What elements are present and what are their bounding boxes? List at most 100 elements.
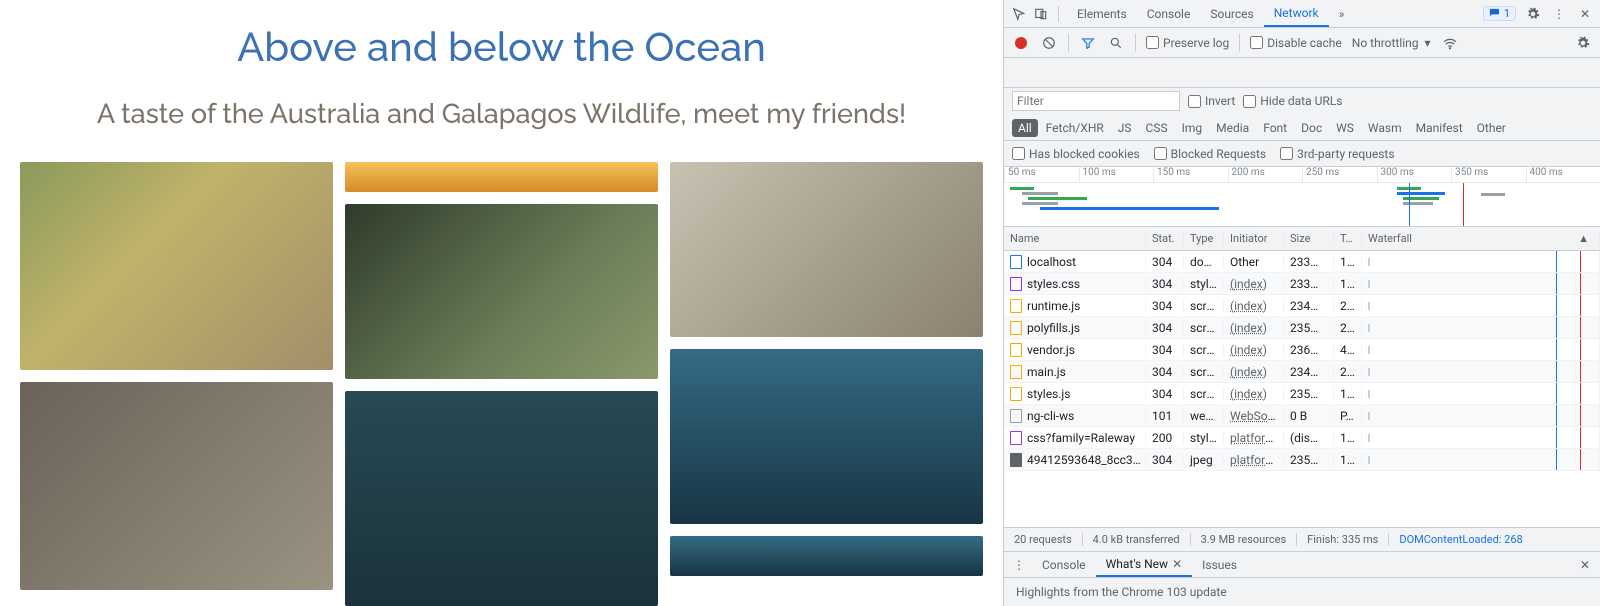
gallery-image[interactable]	[345, 204, 658, 379]
kebab-menu-icon[interactable]: ⋮	[1550, 5, 1568, 23]
request-initiator[interactable]: (index)	[1224, 321, 1284, 335]
close-devtools-icon[interactable]: ✕	[1576, 5, 1594, 23]
inspect-icon[interactable]	[1010, 5, 1028, 23]
col-status[interactable]: Stat.	[1146, 232, 1184, 245]
issues-badge[interactable]: 1	[1483, 6, 1516, 21]
gallery-image[interactable]	[345, 162, 658, 192]
request-size: 235…	[1284, 387, 1334, 401]
request-row[interactable]: localhost304doc…Other233…1…	[1004, 251, 1600, 273]
col-time[interactable]: T…	[1334, 232, 1362, 245]
file-type-icon	[1010, 409, 1022, 423]
tab-console[interactable]: Console	[1137, 0, 1201, 27]
settings-icon[interactable]	[1524, 5, 1542, 23]
request-row[interactable]: polyfills.js304scri…(index)235…2…	[1004, 317, 1600, 339]
gallery-image[interactable]	[670, 536, 983, 576]
request-row[interactable]: main.js304scri…(index)234…2…	[1004, 361, 1600, 383]
request-waterfall	[1362, 339, 1600, 360]
disable-cache-checkbox[interactable]: Disable cache	[1250, 36, 1342, 50]
request-row[interactable]: runtime.js304scri…(index)234…2…	[1004, 295, 1600, 317]
request-row[interactable]: ng-cli-ws101we…WebSoc…0 BP…	[1004, 405, 1600, 427]
chip-ws[interactable]: WS	[1330, 119, 1360, 137]
gallery-image[interactable]	[345, 391, 658, 606]
chip-media[interactable]: Media	[1210, 119, 1255, 137]
tab-sources[interactable]: Sources	[1200, 0, 1263, 27]
request-initiator[interactable]: (index)	[1224, 299, 1284, 313]
more-tabs-icon[interactable]: »	[1333, 5, 1351, 23]
request-row[interactable]: 49412593648_8cc3…304jpegplatform…235…1…	[1004, 449, 1600, 471]
chip-css[interactable]: CSS	[1140, 119, 1174, 137]
invert-checkbox[interactable]: Invert	[1188, 94, 1235, 108]
chip-doc[interactable]: Doc	[1295, 119, 1328, 137]
request-initiator[interactable]: (index)	[1224, 277, 1284, 291]
request-initiator[interactable]: (index)	[1224, 343, 1284, 357]
drawer-message: Highlights from the Chrome 103 update	[1016, 585, 1227, 599]
request-name: main.js	[1027, 365, 1066, 379]
gallery-image[interactable]	[670, 349, 983, 524]
chip-wasm[interactable]: Wasm	[1362, 119, 1408, 137]
close-tab-icon[interactable]: ✕	[1172, 557, 1182, 571]
drawer-tab-console[interactable]: Console	[1032, 552, 1096, 577]
chip-fetchxhr[interactable]: Fetch/XHR	[1040, 119, 1110, 137]
network-conditions-icon[interactable]	[1441, 34, 1459, 52]
filter-input[interactable]	[1012, 91, 1180, 111]
network-settings-icon[interactable]	[1574, 34, 1592, 52]
file-type-icon	[1010, 299, 1022, 313]
search-icon[interactable]	[1107, 34, 1125, 52]
request-initiator[interactable]: WebSoc…	[1224, 409, 1284, 423]
preserve-log-checkbox[interactable]: Preserve log	[1146, 36, 1229, 50]
request-row[interactable]: vendor.js304scri…(index)236…4…	[1004, 339, 1600, 361]
clear-icon[interactable]	[1040, 34, 1058, 52]
network-filter-row-2: Has blocked cookies Blocked Requests 3rd…	[1004, 141, 1600, 167]
col-size[interactable]: Size	[1284, 232, 1334, 245]
request-row[interactable]: styles.js304scri…(index)235…1…	[1004, 383, 1600, 405]
request-initiator[interactable]: platform…	[1224, 453, 1284, 467]
request-row[interactable]: css?family=Raleway200styl…platform…(dis……	[1004, 427, 1600, 449]
request-initiator[interactable]: (index)	[1224, 387, 1284, 401]
gallery-image[interactable]	[20, 162, 333, 370]
export-har-icon[interactable]	[1012, 64, 1030, 82]
request-status: 304	[1146, 255, 1184, 269]
blocked-requests-checkbox[interactable]: Blocked Requests	[1154, 147, 1266, 161]
col-name[interactable]: Name	[1004, 232, 1146, 245]
drawer-menu-icon[interactable]: ⋮	[1010, 556, 1028, 574]
chip-other[interactable]: Other	[1471, 119, 1512, 137]
gallery-image[interactable]	[670, 162, 983, 337]
request-waterfall	[1362, 317, 1600, 338]
request-status: 304	[1146, 277, 1184, 291]
request-row[interactable]: styles.css304styl…(index)233…1…	[1004, 273, 1600, 295]
drawer-tabs: ⋮ ConsoleWhat's New✕Issues ✕	[1004, 552, 1600, 578]
table-header[interactable]: Name Stat. Type Initiator Size T… Waterf…	[1004, 227, 1600, 251]
col-waterfall[interactable]: Waterfall▲	[1362, 232, 1600, 245]
filter-icon[interactable]	[1079, 34, 1097, 52]
network-overview[interactable]: 50 ms100 ms150 ms200 ms250 ms300 ms350 m…	[1004, 167, 1600, 227]
file-type-icon	[1010, 387, 1022, 401]
third-party-checkbox[interactable]: 3rd-party requests	[1280, 147, 1394, 161]
tab-network[interactable]: Network	[1264, 0, 1329, 27]
blocked-cookies-checkbox[interactable]: Has blocked cookies	[1012, 147, 1140, 161]
drawer-tab-whatsnew[interactable]: What's New✕	[1096, 552, 1193, 577]
gallery-image[interactable]	[20, 382, 333, 590]
chip-js[interactable]: JS	[1112, 119, 1138, 137]
request-initiator[interactable]: (index)	[1224, 365, 1284, 379]
request-waterfall	[1362, 383, 1600, 404]
device-toggle-icon[interactable]	[1032, 5, 1050, 23]
record-button[interactable]	[1012, 34, 1030, 52]
tab-elements[interactable]: Elements	[1067, 0, 1137, 27]
chip-font[interactable]: Font	[1257, 119, 1293, 137]
hide-data-urls-checkbox[interactable]: Hide data URLs	[1243, 94, 1342, 108]
chip-img[interactable]: Img	[1176, 119, 1209, 137]
close-drawer-icon[interactable]: ✕	[1576, 556, 1594, 574]
request-type: jpeg	[1184, 453, 1224, 467]
file-type-icon	[1010, 277, 1022, 291]
chip-manifest[interactable]: Manifest	[1410, 119, 1469, 137]
tick-label: 50 ms	[1004, 167, 1079, 182]
tick-label: 100 ms	[1079, 167, 1154, 182]
col-initiator[interactable]: Initiator	[1224, 232, 1284, 245]
import-har-icon[interactable]	[1040, 64, 1058, 82]
drawer-tab-issues[interactable]: Issues	[1192, 552, 1247, 577]
col-type[interactable]: Type	[1184, 232, 1224, 245]
request-initiator[interactable]: platform…	[1224, 431, 1284, 445]
request-initiator[interactable]: Other	[1224, 255, 1284, 269]
throttling-select[interactable]: No throttling ▾	[1352, 36, 1431, 50]
chip-all[interactable]: All	[1012, 119, 1038, 137]
